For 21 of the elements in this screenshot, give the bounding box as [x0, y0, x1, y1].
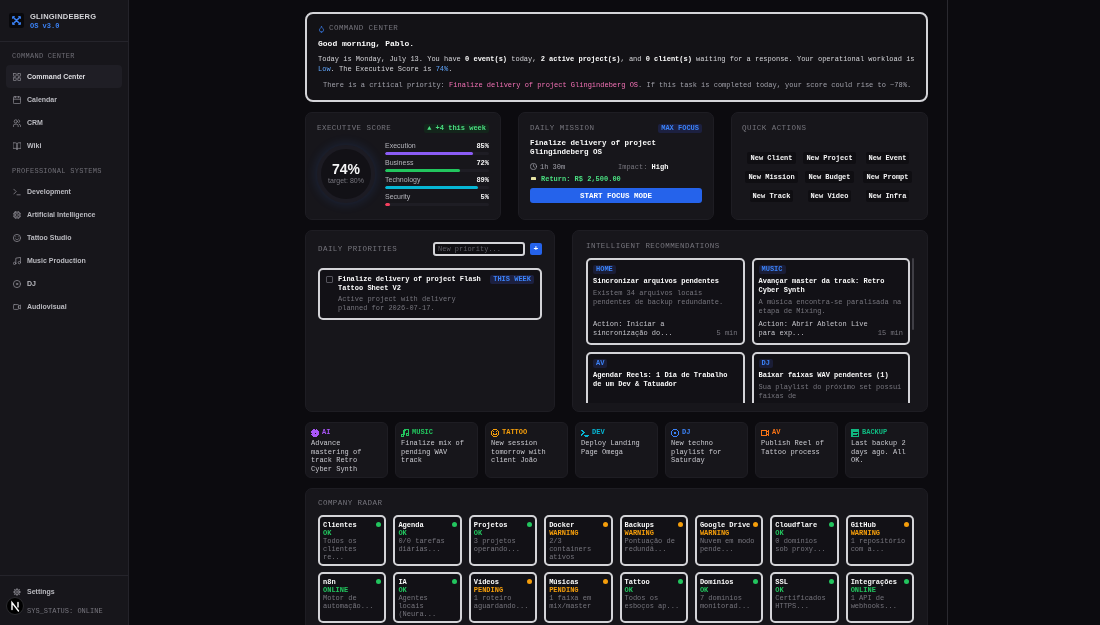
people-icon: [13, 118, 21, 127]
book-icon: [13, 141, 21, 150]
round-logo-icon[interactable]: [6, 597, 24, 615]
drop-icon: [318, 24, 325, 33]
checkbox[interactable]: [326, 276, 333, 283]
calendar-icon: [13, 95, 21, 104]
scrollbar[interactable]: [912, 258, 914, 330]
cash-icon: [530, 176, 537, 181]
smiley-icon: [13, 233, 21, 242]
clock-icon: [530, 163, 537, 170]
chip-icon: [13, 210, 21, 219]
grid-icon: [13, 72, 21, 81]
greeting-text: Good morning, Pablo.: [318, 39, 415, 49]
music-note-icon: [13, 256, 21, 265]
logo-icon: [9, 13, 24, 28]
terminal-icon: [13, 187, 21, 196]
score-value: 74%: [332, 162, 360, 177]
disc-icon: [13, 279, 21, 288]
gear-icon: [13, 587, 21, 596]
video-camera-icon: [13, 302, 21, 311]
add-button[interactable]: +: [530, 243, 542, 255]
